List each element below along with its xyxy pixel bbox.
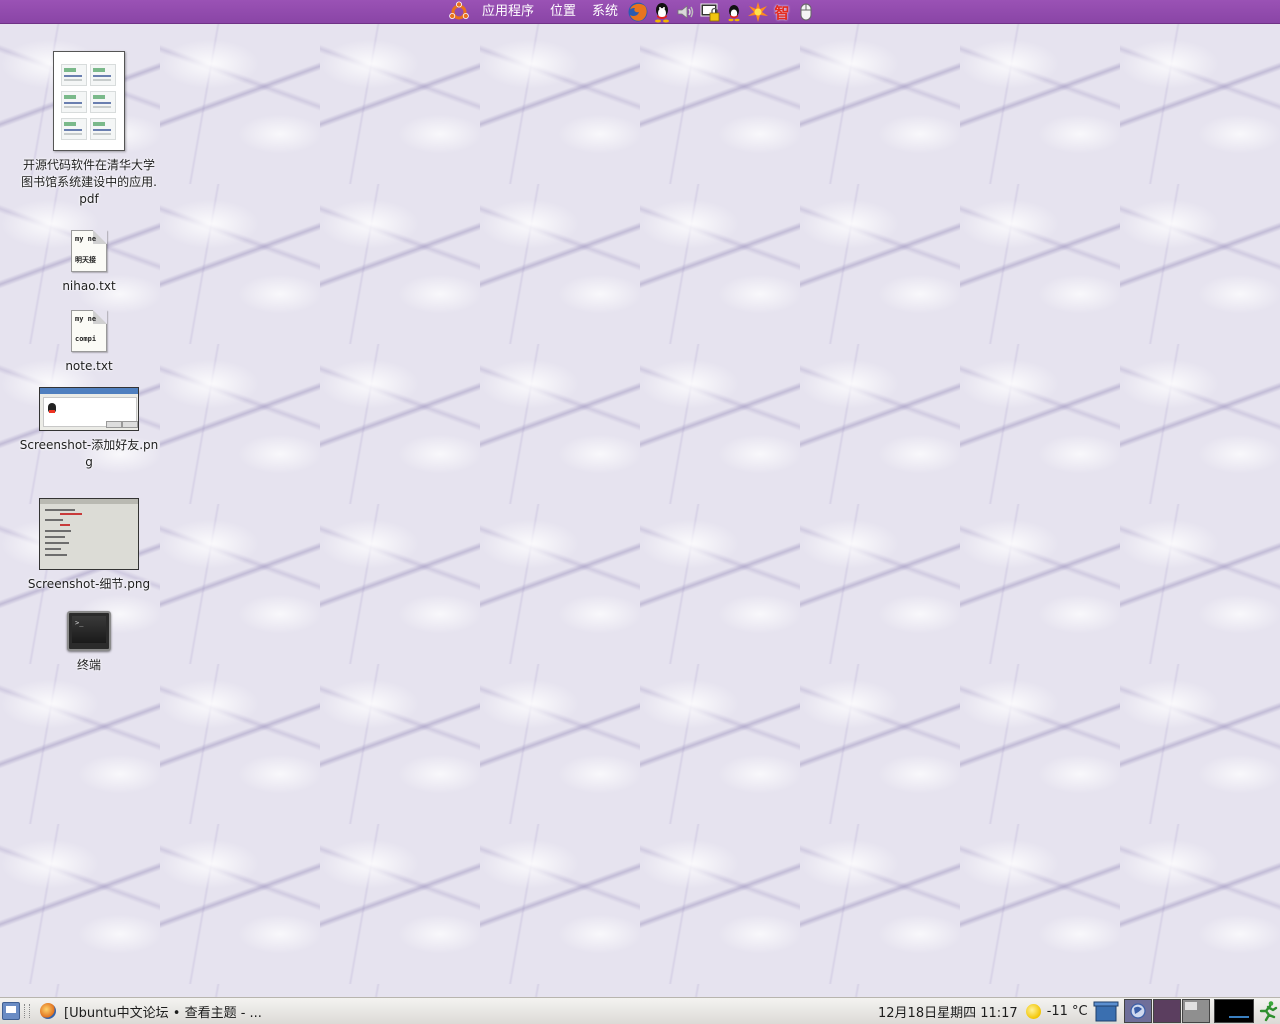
desktop-icon-label: Screenshot-添加好友.png [19, 438, 159, 469]
workspace-4[interactable] [1214, 999, 1254, 1023]
desktop-icon-terminal[interactable]: >_ 终端 [19, 611, 159, 674]
taskbar-window-title: [Ubuntu中文论坛 • 查看主题 - ... [64, 1005, 262, 1021]
firefox-icon[interactable] [627, 1, 649, 23]
panel-drag-handle[interactable] [24, 1004, 30, 1018]
text-preview-line: compi [75, 335, 97, 343]
desktop-icon-nihao-txt[interactable]: my ne 明天接 nihao.txt [19, 230, 159, 295]
text-preview-line: my ne [75, 235, 97, 243]
workspace-1[interactable] [1124, 999, 1152, 1023]
image-thumbnail-icon [39, 387, 139, 431]
zhi-icon[interactable]: 智 [771, 1, 793, 23]
text-file-icon: my ne 明天接 [71, 230, 107, 272]
applications-menu[interactable]: 应用程序 [474, 0, 542, 24]
desktop-icon-label: 开源代码软件在清华大学图书馆系统建设中的应用.pdf [21, 158, 157, 206]
places-menu[interactable]: 位置 [542, 0, 584, 24]
desktop-icon-label: 终端 [76, 658, 101, 672]
pdf-file-icon [53, 51, 125, 151]
desktop-icon-pdf[interactable]: 开源代码软件在清华大学图书馆系统建设中的应用.pdf [19, 51, 159, 208]
running-man-icon[interactable] [1257, 1000, 1279, 1022]
qq-icon[interactable] [651, 1, 673, 23]
system-menu[interactable]: 系统 [584, 0, 626, 24]
clock[interactable]: 12月18日星期四 11:17 [878, 1002, 1018, 1021]
top-menu-bar: 应用程序 位置 系统 智 [448, 0, 818, 24]
desktop-icon-screenshot-add-friend[interactable]: Screenshot-添加好友.png [19, 387, 159, 471]
volume-icon[interactable] [675, 1, 697, 23]
workspace-2[interactable] [1153, 999, 1181, 1023]
clock-weather-area: 12月18日星期四 11:17 -11 °C [878, 998, 1094, 1024]
terminal-icon: >_ [67, 611, 111, 651]
show-desktop-button[interactable] [2, 1002, 20, 1020]
mouse-icon[interactable] [795, 1, 817, 23]
ubuntu-logo-icon[interactable] [448, 1, 470, 23]
workspace-3[interactable] [1182, 999, 1210, 1023]
bottom-panel: [Ubuntu中文论坛 • 查看主题 - ... 12月18日星期四 11:17… [0, 997, 1280, 1024]
weather-sun-icon[interactable] [1025, 1003, 1041, 1019]
burst-icon[interactable] [747, 1, 769, 23]
desktop-icon-label: note.txt [65, 359, 113, 373]
image-thumbnail-icon [39, 498, 139, 570]
desktop-icon-label: nihao.txt [62, 279, 116, 293]
top-panel: 应用程序 位置 系统 智 [0, 0, 1280, 24]
desktop-background: 开源代码软件在清华大学图书馆系统建设中的应用.pdf my ne 明天接 nih… [0, 24, 1280, 997]
text-preview-line: 明天接 [75, 256, 96, 264]
desktop-icon-screenshot-detail[interactable]: Screenshot-细节.png [19, 498, 159, 593]
text-file-icon: my ne compi [71, 310, 107, 352]
trash-icon[interactable] [1093, 1001, 1119, 1022]
desktop-icon-note-txt[interactable]: my ne compi note.txt [19, 310, 159, 375]
firefox-icon [40, 1003, 56, 1019]
taskbar-window-button[interactable]: [Ubuntu中文论坛 • 查看主题 - ... [34, 1000, 334, 1022]
qq-tray-icon[interactable] [723, 1, 745, 23]
temperature[interactable]: -11 °C [1047, 1004, 1088, 1019]
lock-screen-icon[interactable] [699, 1, 721, 23]
desktop-icon-label: Screenshot-细节.png [27, 577, 151, 591]
zhi-glyph: 智 [774, 3, 790, 22]
terminal-prompt: >_ [72, 616, 106, 643]
text-preview-line: my ne [75, 315, 97, 323]
